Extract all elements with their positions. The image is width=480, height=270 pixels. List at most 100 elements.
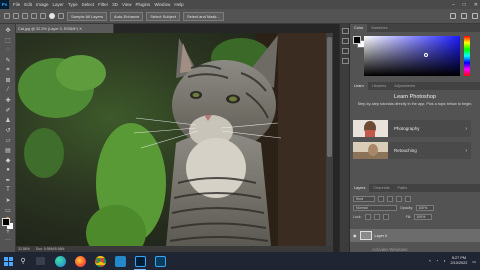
chevron-up-icon[interactable]: ˄ (429, 259, 431, 263)
type-filter-icon[interactable] (396, 195, 402, 202)
color-picker-marker[interactable] (424, 53, 428, 57)
tab-channels[interactable]: Channels (369, 186, 393, 190)
healing-brush-tool-icon[interactable]: ✚ (3, 96, 13, 104)
layer-kind-filter[interactable]: Kind (353, 195, 375, 202)
minimize-button[interactable]: – (452, 2, 455, 8)
pen-tool-icon[interactable]: ✒ (3, 176, 13, 184)
document-tab[interactable]: Cat.jpg @ 32.3% (Layer 0, RGB/8*) ✕ (16, 24, 114, 33)
brush-angle-icon[interactable] (58, 13, 64, 19)
menu-plugins[interactable]: Plugins (136, 2, 151, 7)
network-icon[interactable]: ◔ (436, 259, 438, 263)
frame-tool-icon[interactable]: ⊠ (3, 76, 13, 84)
pixel-filter-icon[interactable] (378, 195, 384, 202)
shape-filter-icon[interactable] (405, 195, 411, 202)
lock-pixels-icon[interactable] (364, 213, 371, 220)
dodge-tool-icon[interactable]: ● (3, 166, 13, 174)
volume-icon[interactable]: ◖ (443, 259, 445, 263)
eraser-tool-icon[interactable]: ▱ (3, 136, 13, 144)
color-picker-field[interactable] (364, 36, 460, 76)
subtract-selection-icon[interactable] (40, 13, 46, 19)
brush-tool-icon[interactable]: ✐ (3, 106, 13, 114)
menu-image[interactable]: Image (36, 2, 49, 7)
foreground-color-swatch[interactable] (2, 218, 10, 226)
adjustment-filter-icon[interactable] (387, 195, 393, 202)
menu-view[interactable]: View (122, 2, 132, 7)
windows-start-button[interactable] (0, 252, 16, 270)
tab-paths[interactable]: Paths (393, 186, 411, 190)
clock[interactable]: 5:27 PM 2/10/2022 (451, 256, 468, 266)
select-and-mask-button[interactable]: Select and Mask... (182, 11, 224, 21)
learn-card-photography[interactable]: Photography › (353, 120, 471, 137)
menu-help[interactable]: Help (174, 2, 183, 7)
tab-libraries[interactable]: Libraries (368, 84, 391, 88)
taskbar-edge[interactable] (50, 252, 70, 270)
canvas-area[interactable] (16, 33, 333, 246)
close-button[interactable]: ✕ (474, 2, 478, 8)
properties-icon[interactable] (342, 38, 349, 44)
search-icon[interactable] (450, 13, 456, 19)
history-icon[interactable] (342, 28, 349, 34)
workspace-icon[interactable] (461, 13, 467, 19)
tab-adjustments[interactable]: Adjustments (390, 84, 419, 88)
select-subject-button[interactable]: Select Subject (146, 11, 180, 21)
foreground-color-swatch[interactable] (353, 36, 361, 44)
opacity-field[interactable]: 100% (416, 204, 435, 211)
tab-color[interactable]: Color (350, 24, 368, 32)
menu-file[interactable]: File (13, 2, 20, 7)
canvas-scrollbar[interactable] (326, 33, 333, 246)
taskbar-vscode[interactable] (110, 252, 130, 270)
menu-select[interactable]: Select (82, 2, 95, 7)
menu-type[interactable]: Type (68, 2, 78, 7)
lock-all-icon[interactable] (382, 213, 389, 220)
path-selection-tool-icon[interactable]: ➤ (3, 196, 13, 204)
eyedropper-tool-icon[interactable]: ⁄ (3, 86, 13, 94)
eye-icon[interactable]: ◉ (353, 233, 357, 238)
notification-icon[interactable]: ▭ (472, 259, 476, 264)
quick-selection-tool-icon[interactable] (13, 13, 19, 19)
zoom-level[interactable]: 32.86% (18, 247, 30, 251)
type-tool-icon[interactable]: T (3, 186, 13, 194)
sample-all-layers-checkbox[interactable]: Sample All Layers (67, 11, 108, 21)
lock-position-icon[interactable] (373, 213, 380, 220)
auto-enhance-checkbox[interactable]: Auto-Enhance (110, 11, 144, 21)
rectangle-tool-icon[interactable]: ▭ (3, 206, 13, 214)
quick-selection-tool-icon[interactable]: ✎ (3, 56, 13, 64)
history-brush-tool-icon[interactable]: ↺ (3, 126, 13, 134)
tab-swatches[interactable]: Swatches (367, 26, 391, 30)
taskbar-firefox[interactable] (70, 252, 90, 270)
learn-card-retouching[interactable]: Retouching › (353, 142, 471, 159)
character-icon[interactable] (342, 58, 349, 64)
brush-settings-icon[interactable] (342, 48, 349, 54)
fill-field[interactable]: 100% (414, 213, 433, 220)
blur-tool-icon[interactable]: ◆ (3, 156, 13, 164)
tab-layers[interactable]: Layers (350, 184, 370, 192)
layer-row[interactable]: ◉ Layer 0 (350, 229, 480, 242)
hue-slider[interactable] (464, 36, 470, 76)
more-tools-icon[interactable]: ··· (3, 236, 13, 244)
home-icon[interactable] (4, 13, 10, 19)
brush-size-icon[interactable] (49, 13, 55, 19)
maximize-button[interactable]: □ (463, 2, 466, 8)
clone-stamp-tool-icon[interactable]: ♟ (3, 116, 13, 124)
taskbar-task-view[interactable] (30, 252, 50, 270)
add-to-selection-icon[interactable] (31, 13, 37, 19)
taskbar-chrome[interactable] (90, 252, 110, 270)
canvas-scrollbar-thumb[interactable] (327, 37, 332, 157)
taskbar-photoshop[interactable] (130, 252, 150, 270)
lasso-tool-icon[interactable]: ◌ (3, 46, 13, 54)
menu-filter[interactable]: Filter (98, 2, 108, 7)
crop-tool-icon[interactable]: ⌗ (3, 66, 13, 74)
taskbar-photoshop-2[interactable] (150, 252, 170, 270)
menu-edit[interactable]: Edit (24, 2, 32, 7)
tab-learn[interactable]: Learn (350, 82, 368, 90)
move-tool-icon[interactable]: ✥ (3, 26, 13, 34)
menu-layer[interactable]: Layer (53, 2, 64, 7)
taskbar-search-icon[interactable]: ⚲ (16, 252, 30, 270)
marquee-tool-icon[interactable]: ⬚ (3, 36, 13, 44)
menu-3d[interactable]: 3D (112, 2, 118, 7)
share-icon[interactable] (472, 13, 478, 19)
layer-name[interactable]: Layer 0 (375, 234, 388, 238)
gradient-tool-icon[interactable]: ▤ (3, 146, 13, 154)
menu-window[interactable]: Window (154, 2, 170, 7)
blend-mode-select[interactable]: Normal (353, 204, 397, 211)
